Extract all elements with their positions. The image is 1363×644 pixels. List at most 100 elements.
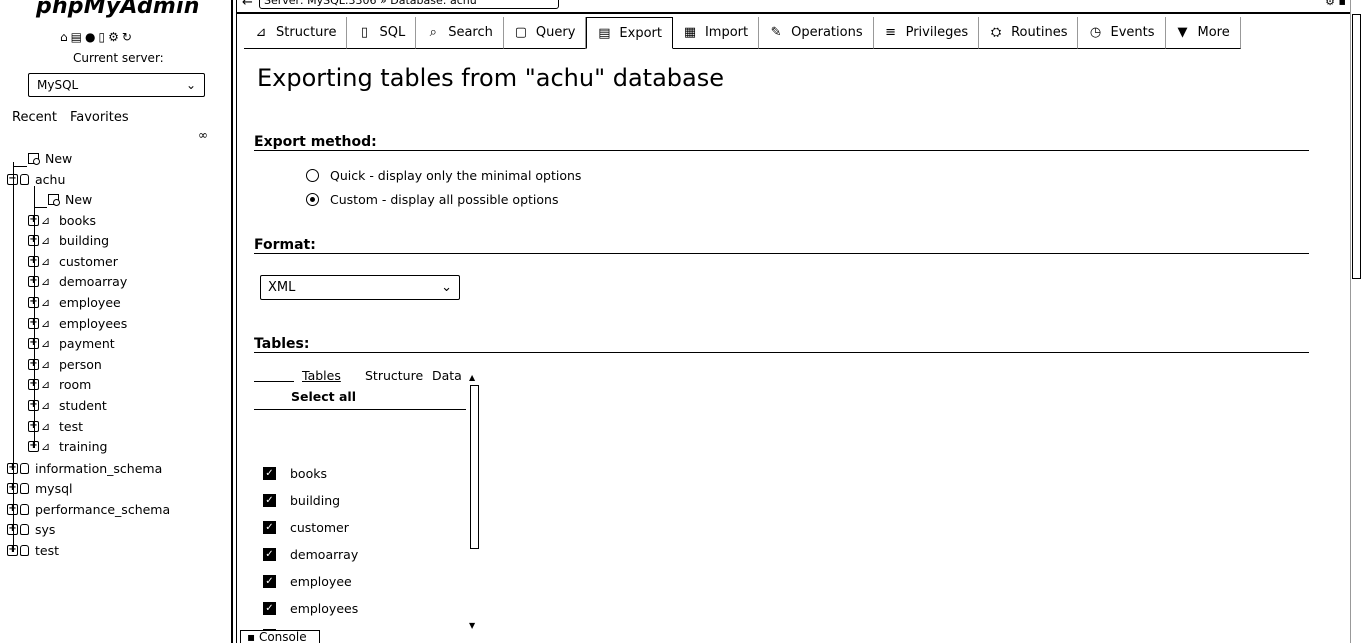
tree-db-test[interactable]: + test: [7, 541, 59, 559]
tree-db-mysql[interactable]: + mysql: [7, 480, 73, 498]
radio-button-selected[interactable]: [306, 193, 319, 206]
tree-table-label: payment: [59, 336, 115, 352]
query-window-icon[interactable]: ●: [85, 30, 95, 44]
back-arrow-icon[interactable]: ←: [242, 0, 253, 10]
table-row[interactable]: ✓ books: [254, 460, 466, 487]
settings-icon[interactable]: ⚙: [108, 30, 119, 44]
table-checkbox[interactable]: ✓: [263, 521, 276, 534]
custom-export-option[interactable]: Custom - display all possible options: [306, 192, 558, 207]
link-with-main-panel-icon[interactable]: ∞: [198, 128, 208, 142]
expand-icon[interactable]: +: [28, 317, 39, 329]
expand-icon[interactable]: +: [7, 483, 18, 495]
tree-db-sys[interactable]: + sys: [7, 521, 55, 539]
recent-tab[interactable]: Recent: [12, 110, 57, 125]
expand-icon[interactable]: +: [28, 296, 39, 308]
col-tables-header[interactable]: Tables: [302, 368, 341, 383]
tree-table-student[interactable]: + ⊿ student: [28, 396, 107, 414]
current-server-label: Current server:: [73, 51, 164, 65]
tab-export[interactable]: ▤ Export: [586, 17, 673, 49]
expand-icon[interactable]: +: [28, 214, 39, 226]
tables-list-scrollbar[interactable]: ▲ ▼: [469, 373, 481, 636]
expand-icon[interactable]: +: [28, 358, 39, 370]
format-select[interactable]: XML ⌄: [260, 275, 460, 300]
table-row[interactable]: ✓ employee: [254, 568, 466, 595]
expand-icon[interactable]: +: [28, 441, 39, 453]
tab-structure[interactable]: ⊿ Structure: [244, 17, 348, 49]
tab-events[interactable]: ◷ Events: [1078, 17, 1166, 49]
quick-export-option[interactable]: Quick - display only the minimal options: [306, 168, 581, 183]
console-toggle[interactable]: ▪ Console: [240, 630, 320, 644]
tab-query[interactable]: ▢ Query: [503, 17, 587, 49]
tab-routines[interactable]: ⛭ Routines: [979, 17, 1079, 49]
export-method-heading: Export method:: [254, 134, 377, 150]
select-all-label[interactable]: Select all: [291, 389, 356, 404]
table-row[interactable]: ✓ demoarray: [254, 541, 466, 568]
server-select[interactable]: MySQL ⌄: [28, 73, 205, 97]
page-scrollbar[interactable]: [1350, 0, 1363, 643]
tab-search[interactable]: ⌕ Search: [416, 17, 504, 49]
expand-icon[interactable]: +: [7, 503, 18, 515]
expand-icon[interactable]: +: [28, 399, 39, 411]
table-checkbox[interactable]: ✓: [263, 602, 276, 615]
col-data-header[interactable]: Data: [432, 368, 462, 383]
phpmyadmin-logo[interactable]: phpMyAdmin: [36, 0, 200, 19]
tables-selection-list[interactable]: Tables Structure Data Select all ✓ books ✓…: [254, 368, 484, 630]
tab-import[interactable]: ▦ Import: [672, 17, 760, 49]
expand-icon[interactable]: +: [28, 379, 39, 391]
tree-new-database[interactable]: New: [28, 149, 72, 167]
tab-sql[interactable]: ▯ SQL: [347, 17, 417, 49]
tab-more[interactable]: ▼ More: [1165, 17, 1241, 49]
collapse-icon[interactable]: −: [7, 173, 18, 185]
scroll-up-icon[interactable]: ▲: [469, 373, 475, 382]
scrollbar-thumb[interactable]: [470, 385, 479, 549]
tree-table-person[interactable]: + ⊿ person: [28, 355, 102, 373]
tree-db-information_schema[interactable]: + information_schema: [7, 459, 162, 477]
tab-privileges[interactable]: ≡ Privileges: [873, 17, 980, 49]
radio-button[interactable]: [306, 169, 319, 182]
table-checkbox[interactable]: ✓: [263, 467, 276, 480]
tree-table-building[interactable]: + ⊿ building: [28, 232, 109, 250]
page-settings-icon[interactable]: ⚙ ▪: [1325, 0, 1346, 8]
expand-icon[interactable]: +: [7, 524, 18, 536]
tree-db-performance_schema[interactable]: + performance_schema: [7, 500, 170, 518]
tree-table-label: student: [59, 397, 107, 413]
favorites-tab[interactable]: Favorites: [70, 110, 129, 125]
expand-icon[interactable]: +: [7, 544, 18, 556]
tree-table-room[interactable]: + ⊿ room: [28, 376, 91, 394]
table-checkbox[interactable]: ✓: [263, 575, 276, 588]
docs-icon[interactable]: ▯: [98, 30, 105, 44]
nav-resize-handle[interactable]: [231, 0, 237, 643]
tab-operations[interactable]: ✎ Operations: [759, 17, 874, 49]
chevron-down-icon: ⌄: [441, 280, 452, 295]
tree-table-books[interactable]: + ⊿ books: [28, 211, 96, 229]
col-structure-header[interactable]: Structure: [365, 368, 423, 383]
table-row[interactable]: ✓ building: [254, 487, 466, 514]
reload-icon[interactable]: ↻: [122, 30, 132, 44]
scrollbar-thumb[interactable]: [1352, 14, 1361, 279]
tree-table-demoarray[interactable]: + ⊿ demoarray: [28, 273, 127, 291]
table-row-name: customer: [290, 520, 349, 535]
expand-icon[interactable]: +: [7, 462, 18, 474]
expand-icon[interactable]: +: [28, 420, 39, 432]
table-row[interactable]: ✓ employees: [254, 595, 466, 622]
expand-icon[interactable]: +: [28, 276, 39, 288]
home-icon[interactable]: ⌂: [60, 30, 68, 44]
expand-icon[interactable]: +: [28, 338, 39, 350]
tree-table-employee[interactable]: + ⊿ employee: [28, 293, 121, 311]
table-checkbox[interactable]: ✓: [263, 548, 276, 561]
expand-icon[interactable]: +: [28, 255, 39, 267]
tree-table-customer[interactable]: + ⊿ customer: [28, 252, 118, 270]
expand-icon[interactable]: +: [28, 235, 39, 247]
tree-new-table[interactable]: New: [48, 190, 92, 208]
table-row[interactable]: ✓payment: [254, 622, 466, 630]
logout-icon[interactable]: ▤: [71, 30, 82, 44]
breadcrumb[interactable]: Server: MySQL:3306 » Database: achu: [259, 0, 559, 9]
table-row[interactable]: ✓ customer: [254, 514, 466, 541]
tree-table-employees[interactable]: + ⊿ employees: [28, 314, 127, 332]
table-checkbox[interactable]: ✓: [263, 494, 276, 507]
tree-table-test[interactable]: + ⊿ test: [28, 417, 83, 435]
scroll-down-icon[interactable]: ▼: [469, 621, 475, 630]
tree-db-achu[interactable]: − achu: [7, 170, 65, 188]
tree-table-payment[interactable]: + ⊿ payment: [28, 335, 115, 353]
tree-table-training[interactable]: + ⊿ training: [28, 438, 107, 456]
